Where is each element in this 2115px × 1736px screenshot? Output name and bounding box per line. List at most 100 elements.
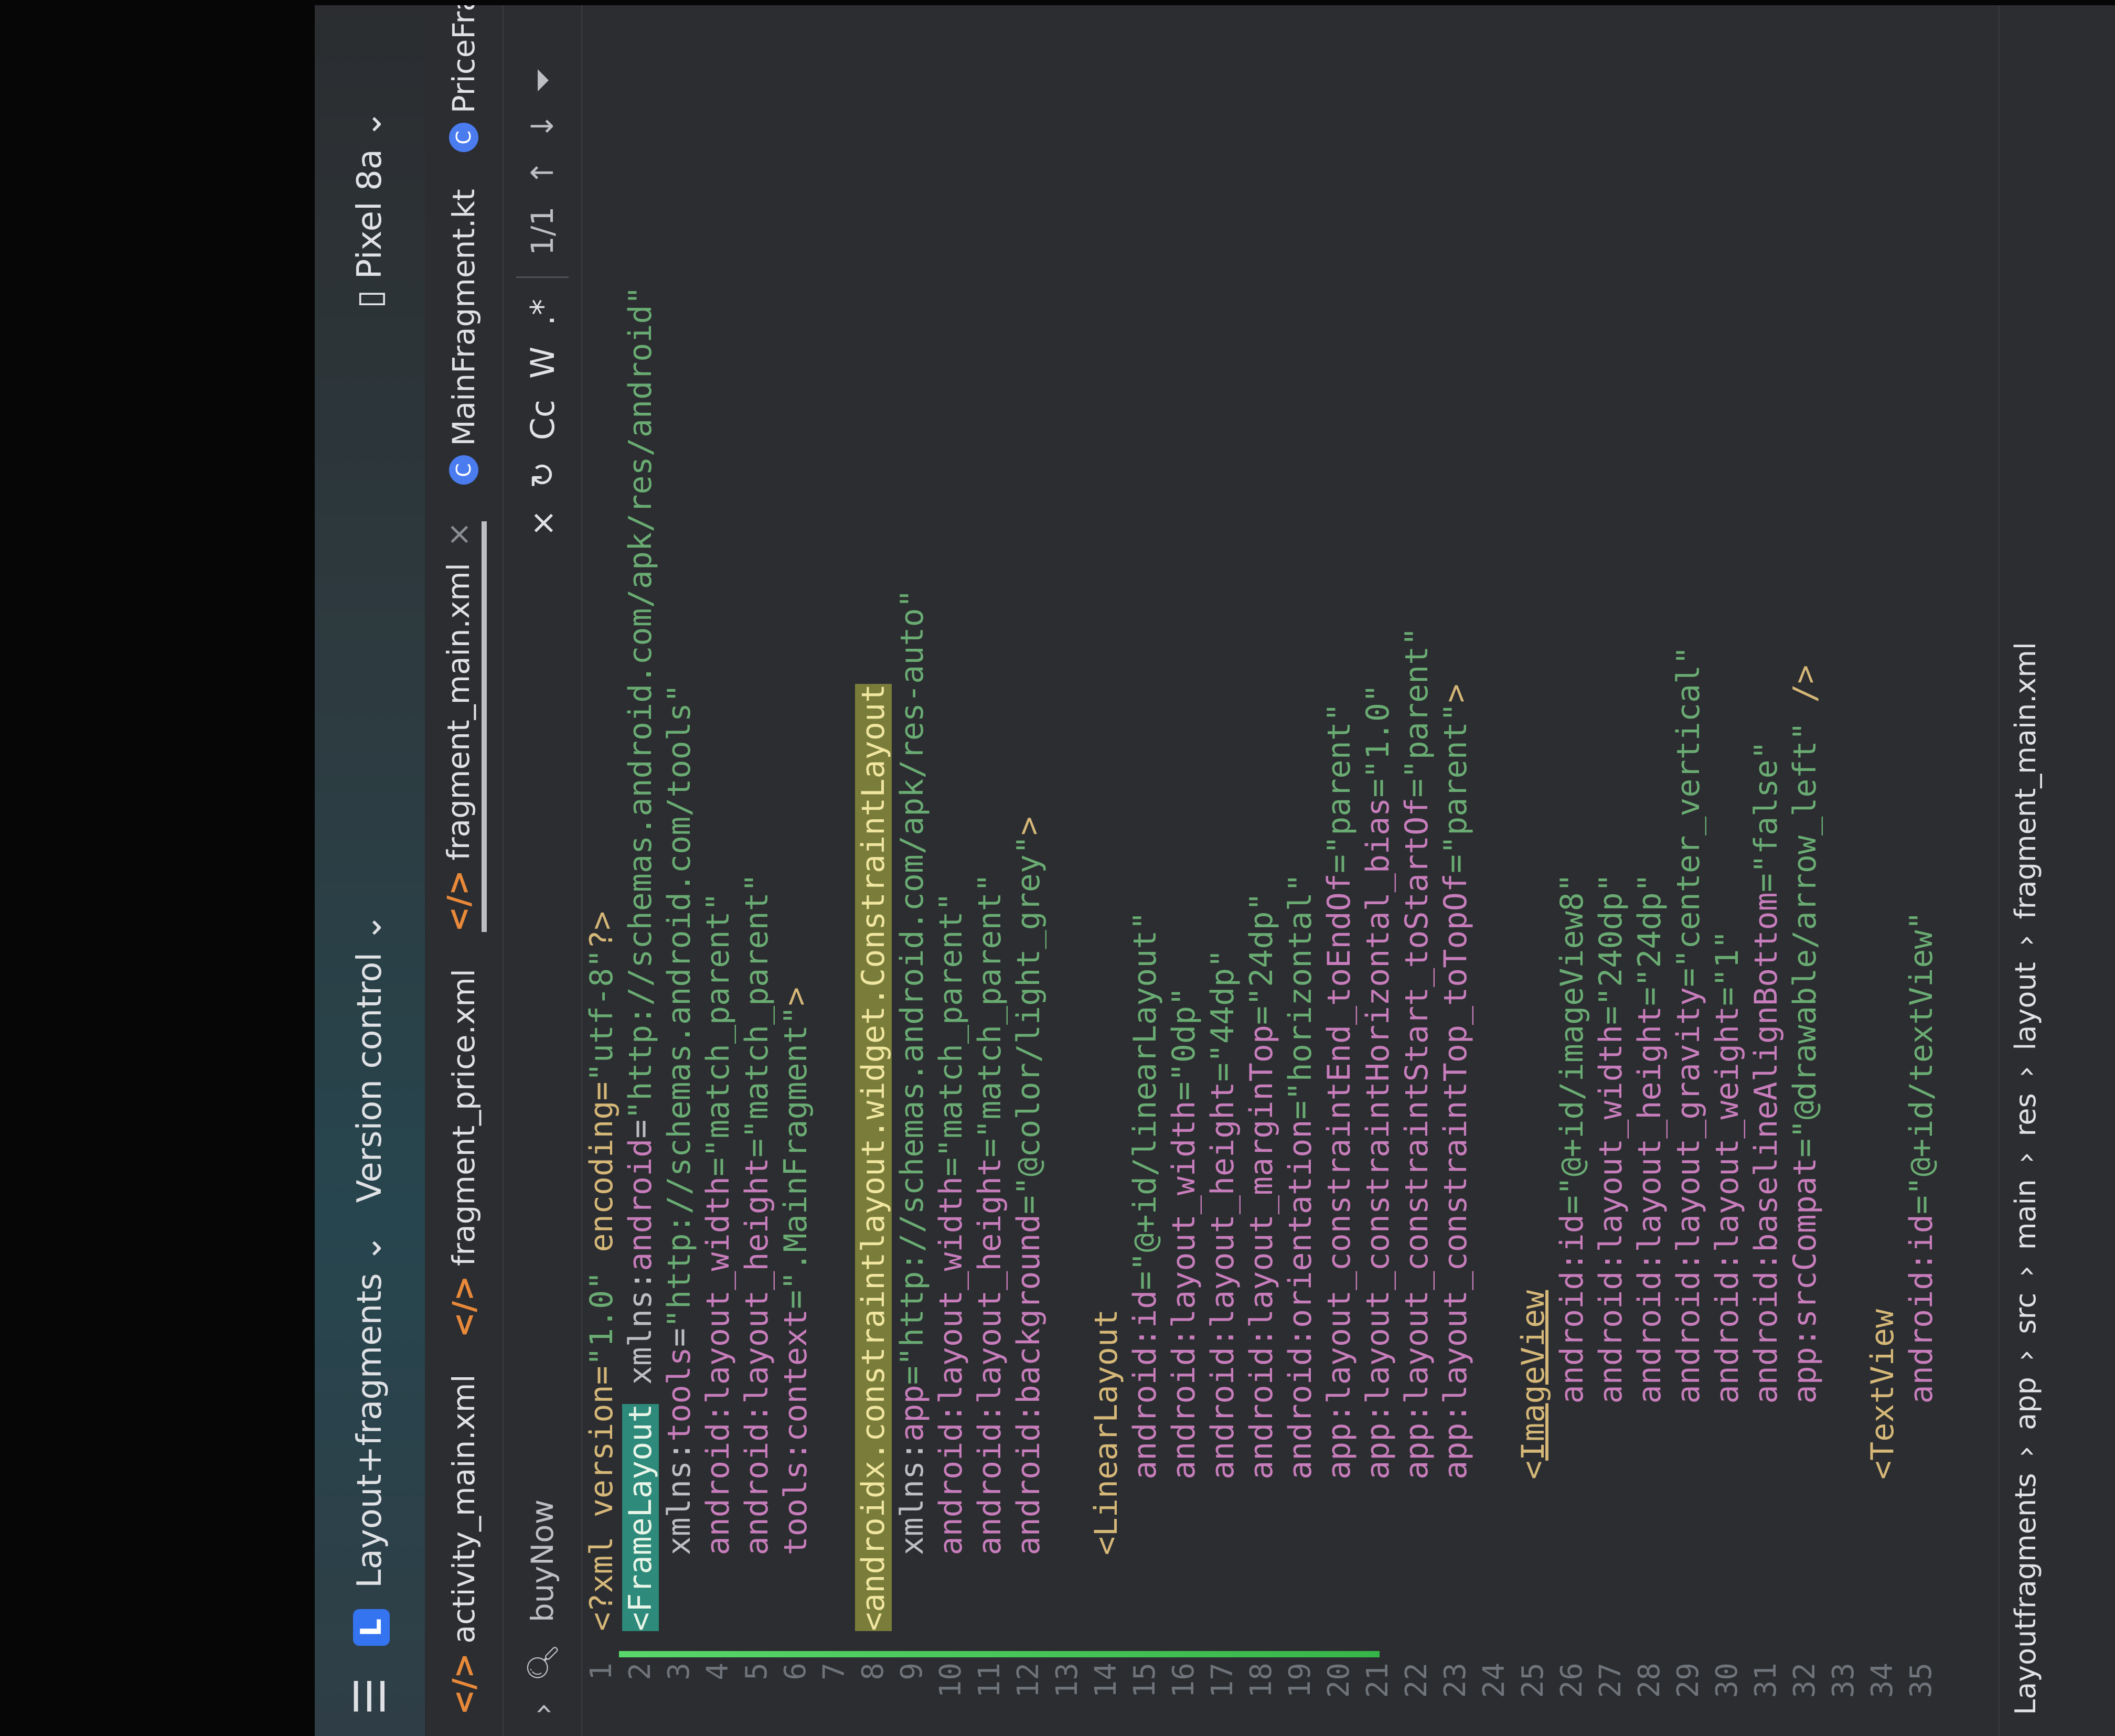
breadcrumb-item[interactable]: fragment_main.xml — [2009, 642, 2042, 919]
tag-open: <LinearLayout — [1088, 1309, 1125, 1631]
breadcrumb-item[interactable]: src — [2009, 1293, 2042, 1334]
attr-name: app:layout_constraintStart_toStartOf — [1398, 797, 1435, 1631]
line-number: 31 — [1749, 1663, 1783, 1698]
line-number: 5 — [740, 1663, 774, 1680]
attr-value: ="@+id/imageView8" — [1554, 873, 1590, 1215]
line-number: 27 — [1594, 1663, 1628, 1698]
attr-value: =".MainFragment" — [777, 1005, 814, 1309]
line-number: 12 — [1011, 1663, 1045, 1698]
code-line-27: android:layout_width="240dp" — [1591, 58, 1630, 1631]
attr-value: ="parent" — [1437, 702, 1474, 874]
previous-match-icon[interactable]: ↑ — [525, 160, 561, 186]
project-selector[interactable]: L Layout+fragments ⌄ — [350, 1234, 390, 1646]
attr-value: ="1.0" — [1360, 683, 1396, 798]
attr-value: "http://schemas.android.com/apk/res/andr… — [622, 286, 659, 1120]
breadcrumb-item[interactable]: Layoutfragments — [2009, 1473, 2042, 1715]
code-line-28: android:layout_height="24dp" — [1630, 58, 1669, 1631]
tab-fragment-main[interactable]: </> fragment_main.xml × — [441, 521, 487, 933]
line-number: 21 — [1361, 1663, 1395, 1698]
namespace: tools — [661, 1347, 698, 1442]
code-line-23: app:layout_constraintTop_toTopOf="parent… — [1436, 58, 1475, 1631]
attr-value: "1.0" — [583, 1271, 620, 1366]
attr-value: ="false" — [1748, 741, 1785, 893]
line-number: 32 — [1788, 1663, 1822, 1698]
breadcrumb-item[interactable]: main — [2009, 1179, 2042, 1250]
line-number: 7 — [817, 1663, 851, 1680]
line-number: 22 — [1400, 1663, 1434, 1698]
tab-price-fragment-kt[interactable]: C PriceFrag — [446, 5, 482, 153]
attr-name: android:layout_height — [739, 1157, 775, 1631]
version-control-menu[interactable]: Version control ⌄ — [350, 914, 389, 1203]
chevron-right-icon: › — [2009, 1349, 2042, 1362]
xml-file-icon: </> — [446, 1276, 482, 1338]
code-line-6: tools:context=".MainFragment"> — [776, 58, 815, 1631]
expand-replace-icon[interactable]: › — [525, 1703, 560, 1715]
line-number-gutter: 1 2 3 4 5 6 7 8 9 10 11 12 13 14 15 16 17 18 19 20 21 22 23 24 2… — [582, 1657, 1999, 1736]
device-selector[interactable]: ▯ Pixel 8a ⌄ — [350, 110, 389, 308]
attr-value: ="1" — [1709, 930, 1746, 1006]
attr-value: ="horizontal" — [1282, 873, 1319, 1120]
line-number: 14 — [1089, 1663, 1123, 1698]
attr-value: ="http://schemas.android.com/apk/res-aut… — [894, 589, 931, 1385]
attr-name: app:srcCompat — [1787, 1157, 1823, 1631]
tab-activity-main[interactable]: </> activity_main.xml — [446, 1375, 482, 1715]
code-line-3: xmlns:tools="http://schemas.android.com/… — [660, 58, 699, 1631]
next-match-icon[interactable]: ↓ — [525, 113, 561, 139]
tag-name: FrameLayout — [622, 1403, 659, 1612]
clear-search-icon[interactable]: × — [524, 509, 562, 537]
project-name: Layout+fragments — [350, 1273, 389, 1588]
line-number: 34 — [1865, 1663, 1899, 1698]
search-input[interactable]: buyNow — [525, 1499, 560, 1622]
version-control-label: Version control — [350, 952, 389, 1203]
line-number: 1 — [584, 1663, 618, 1680]
breadcrumb-item[interactable]: layout — [2009, 962, 2042, 1051]
history-icon[interactable]: ↻ — [524, 461, 562, 488]
tag-close: > — [1010, 816, 1047, 835]
attr-value: ="match_parent" — [739, 873, 775, 1158]
line-number: 17 — [1205, 1663, 1240, 1698]
line-number: 6 — [778, 1663, 813, 1680]
chevron-right-icon: › — [2009, 935, 2042, 947]
code-line-20: app:layout_constraintEnd_toEndOf="parent… — [1320, 58, 1359, 1631]
xml-file-icon: </> — [446, 1653, 482, 1715]
attr-name: app:layout_constraintTop_toTopOf — [1437, 873, 1474, 1631]
regex-toggle[interactable]: .* — [524, 299, 562, 326]
filter-icon[interactable]: ⏷ — [525, 68, 561, 92]
device-name: Pixel 8a — [350, 148, 389, 280]
attr-value: ="parent" — [1321, 702, 1358, 874]
title-bar: ☰ L Layout+fragments ⌄ Version control ⌄… — [315, 5, 425, 1736]
code-line-5: android:layout_height="match_parent" — [738, 58, 776, 1631]
code-line-11: android:layout_height="match_parent" — [970, 58, 1009, 1631]
namespace: app — [894, 1385, 931, 1442]
chevron-right-icon: › — [2009, 1066, 2042, 1078]
hamburger-menu-icon[interactable]: ☰ — [346, 1677, 394, 1715]
code-editor[interactable]: <?xml version="1.0" encoding="utf-8"?> <… — [582, 58, 1999, 1631]
line-number: 18 — [1244, 1663, 1278, 1698]
code-line-14: <LinearLayout — [1087, 58, 1126, 1631]
tag-name: androidx.constraintlayout.widget.Constra… — [855, 683, 892, 1612]
attr-name: android:background — [1010, 1214, 1047, 1631]
tab-fragment-price[interactable]: </> fragment_price.xml — [446, 969, 482, 1337]
whole-word-toggle[interactable]: W — [524, 347, 562, 379]
breadcrumb-item[interactable]: res — [2009, 1093, 2042, 1136]
attr-value: ="match_parent" — [700, 892, 736, 1177]
tab-label: activity_main.xml — [446, 1374, 482, 1644]
attr-name: android:id — [1127, 1290, 1163, 1631]
code-line-4: android:layout_width="match_parent" — [699, 58, 738, 1631]
attr-value: ="parent" — [1398, 627, 1435, 798]
attr-value: ="0dp" — [1166, 987, 1202, 1101]
tab-main-fragment-kt[interactable]: C MainFragment.kt — [446, 189, 482, 485]
tag-open: < — [1515, 1460, 1552, 1631]
line-number: 4 — [701, 1663, 735, 1680]
attr-value: ="match_parent" — [933, 892, 969, 1177]
close-tab-icon[interactable]: × — [441, 521, 476, 547]
attr-value: ="@+id/textView" — [1903, 911, 1940, 1215]
chevron-down-icon: ⌄ — [350, 913, 389, 942]
breadcrumb-item[interactable]: app — [2009, 1377, 2042, 1430]
match-case-toggle[interactable]: Cc — [524, 400, 562, 440]
attr-name: android:baselineAlignBottom — [1748, 892, 1785, 1631]
code-line-17: android:layout_height="44dp" — [1203, 58, 1242, 1631]
attr-name: android:orientation — [1282, 1119, 1319, 1631]
